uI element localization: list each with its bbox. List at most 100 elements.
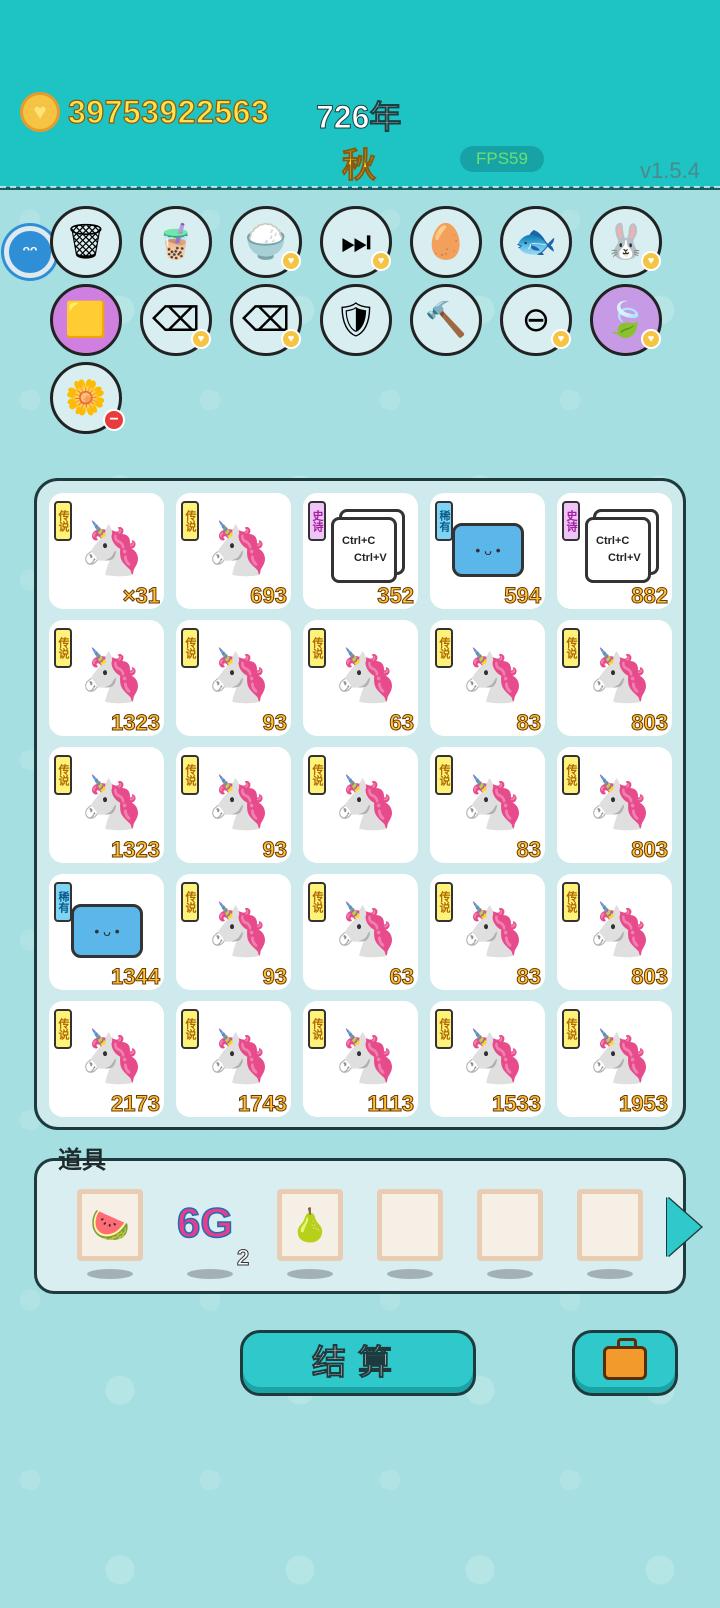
unicorn-icon: 🦄	[79, 1028, 145, 1086]
tool-slot-pear[interactable]: 🍐	[277, 1189, 343, 1261]
rarity-tag: 传说	[181, 1009, 199, 1049]
item-rice-bowl[interactable]: 🍚 ♥	[230, 206, 302, 278]
key-label: Ctrl+V	[608, 552, 641, 564]
key-label: Ctrl+V	[354, 552, 387, 564]
heart-badge-icon: ♥	[281, 251, 301, 271]
item-count: 63	[389, 710, 415, 736]
item-delete-key[interactable]: ⌫ ♥	[230, 284, 302, 356]
tool-slot-empty[interactable]	[377, 1189, 443, 1261]
grid-cell[interactable]: 传说 🦄 1533	[430, 1001, 545, 1117]
coin-icon: ♥	[20, 92, 60, 132]
shield-wrench-icon: 🛡	[334, 301, 378, 339]
tool-shadow	[387, 1269, 433, 1279]
item-hammer[interactable]: 🔨	[410, 284, 482, 356]
tool-6g-icon[interactable]: 6G	[176, 1198, 234, 1247]
item-count: 63	[389, 964, 415, 990]
grid-cell[interactable]: 传说 🦄 1323	[49, 747, 164, 863]
copy-paste-keys-icon: Ctrl+C Ctrl+V	[331, 517, 397, 583]
item-trash-bag[interactable]: 🗑	[50, 206, 122, 278]
rarity-tag: 传说	[308, 1009, 326, 1049]
tool-slot-watermelon[interactable]: 🍉	[77, 1189, 143, 1261]
rarity-tag: 稀有	[54, 882, 72, 922]
grid-cell[interactable]: 传说 🦄 803	[557, 747, 672, 863]
unicorn-icon: 🦄	[460, 647, 526, 705]
grid-cell[interactable]: 传说 🦄 93	[176, 620, 291, 736]
item-flower-pot[interactable]: 🌼 −	[50, 362, 125, 434]
rice-bowl-icon: 🍚	[244, 223, 288, 261]
grid-cell[interactable]: 史诗 Ctrl+C Ctrl+V 882	[557, 493, 672, 609]
grid-cell[interactable]: 传说 🦄 83	[430, 747, 545, 863]
grid-cell[interactable]: 稀有 • ᴗ • 1344	[49, 874, 164, 990]
tool-slot-empty[interactable]	[477, 1189, 543, 1261]
item-count: 1743	[238, 1091, 288, 1117]
item-pikachu-box[interactable]: 🟨	[50, 284, 122, 356]
item-minus-sign[interactable]: ⊖ ♥	[500, 284, 572, 356]
rarity-tag: 传说	[435, 628, 453, 668]
grid-cell[interactable]: 传说 🦄 1113	[303, 1001, 418, 1117]
item-count: 2173	[111, 1091, 161, 1117]
grid-cell[interactable]: 传说 🦄 803	[557, 874, 672, 990]
item-milk-tea[interactable]: 🧋	[140, 206, 212, 278]
grid-cell[interactable]: 传说 🦄	[303, 747, 418, 863]
rarity-tag: 传说	[181, 501, 199, 541]
tool-slot-empty[interactable]	[577, 1189, 643, 1261]
item-count: 1344	[111, 964, 161, 990]
grid-cell[interactable]: 史诗 Ctrl+C Ctrl+V 352	[303, 493, 418, 609]
grid-cell[interactable]: 稀有 • ᴗ • 594	[430, 493, 545, 609]
grid-cell[interactable]: 传说 🦄 693	[176, 493, 291, 609]
unicorn-icon: 🦄	[587, 774, 653, 832]
rarity-tag: 传说	[435, 1009, 453, 1049]
grid-cell[interactable]: 传说 🦄 1323	[49, 620, 164, 736]
unicorn-icon: 🦄	[206, 774, 272, 832]
rarity-tag: 传说	[562, 1009, 580, 1049]
next-track-icon: ⏭	[340, 223, 372, 261]
milk-tea-icon: 🧋	[154, 223, 198, 261]
rarity-tag: 传说	[435, 755, 453, 795]
coin-amount: 39753922563	[67, 93, 270, 130]
item-leaf[interactable]: 🍃 ♥	[590, 284, 662, 356]
item-count: 1953	[619, 1091, 669, 1117]
tool-shadow	[587, 1269, 633, 1279]
item-egg-tray[interactable]: 🥚	[410, 206, 482, 278]
grid-cell[interactable]: 传说 🦄 1743	[176, 1001, 291, 1117]
briefcase-icon	[603, 1338, 647, 1380]
minus-sign-icon: ⊖	[521, 301, 551, 339]
item-count: 83	[516, 964, 542, 990]
grid-cell[interactable]: 传说 🦄 63	[303, 874, 418, 990]
next-arrow-icon[interactable]	[667, 1197, 701, 1257]
heart-badge-icon: ♥	[551, 329, 571, 349]
item-count: 93	[262, 710, 288, 736]
grid-cell[interactable]: 传说 🦄 93	[176, 874, 291, 990]
unicorn-icon: 🦄	[79, 520, 145, 578]
unicorn-icon: 🦄	[333, 647, 399, 705]
unicorn-icon: 🦄	[206, 901, 272, 959]
grid-cell[interactable]: 传说 🦄 93	[176, 747, 291, 863]
rarity-tag: 传说	[54, 628, 72, 668]
heart-badge-icon: ♥	[281, 329, 301, 349]
unicorn-icon: 🦄	[460, 901, 526, 959]
item-bunny[interactable]: 🐰 ♥	[590, 206, 662, 278]
item-shield-wrench[interactable]: 🛡	[320, 284, 392, 356]
grid-cell[interactable]: 传说 🦄 63	[303, 620, 418, 736]
item-count: 803	[631, 710, 669, 736]
heart-badge-icon: ♥	[641, 251, 661, 271]
grid-cell[interactable]: 传说 🦄 83	[430, 620, 545, 736]
grid-cell[interactable]: 传说 🦄 1953	[557, 1001, 672, 1117]
grid-cell[interactable]: 传说 🦄 803	[557, 620, 672, 736]
settle-button[interactable]: 结算	[240, 1330, 476, 1396]
grid-cell[interactable]: 传说 🦄 83	[430, 874, 545, 990]
remove-badge-icon: −	[103, 409, 125, 431]
item-delete-key[interactable]: ⌫ ♥	[140, 284, 212, 356]
item-fish-tank[interactable]: 🐟	[500, 206, 572, 278]
heart-badge-icon: ♥	[641, 329, 661, 349]
tool-shadow	[187, 1269, 233, 1279]
item-collection: 🗑 🧋 🍚 ♥ ⏭ ♥ 🥚 🐟 🐰 ♥ 🟨 ⌫ ♥ ⌫ ♥ 🛡 🔨 ⊖ ♥ 🍃 ♥ 🌼 −	[0, 206, 720, 456]
season-display: 秋	[342, 147, 377, 186]
rarity-tag: 传说	[54, 501, 72, 541]
grid-cell[interactable]: 传说 🦄 ×31	[49, 493, 164, 609]
rarity-tag: 稀有	[435, 501, 453, 541]
item-count: 882	[631, 583, 669, 609]
grid-cell[interactable]: 传说 🦄 2173	[49, 1001, 164, 1117]
backpack-button[interactable]	[572, 1330, 678, 1396]
item-next-track[interactable]: ⏭ ♥	[320, 206, 392, 278]
